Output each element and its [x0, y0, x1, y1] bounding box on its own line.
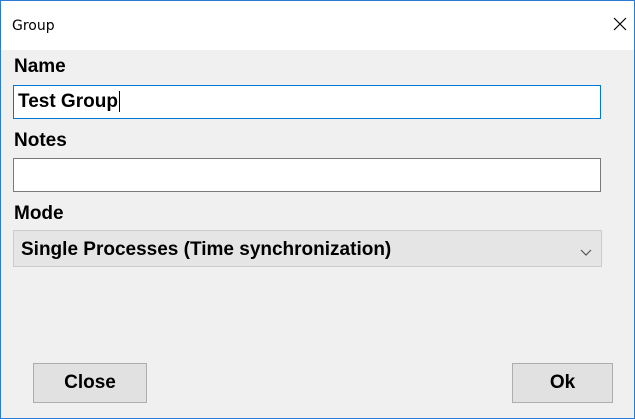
text-caret [118, 91, 120, 113]
notes-label: Notes [14, 130, 67, 151]
mode-select[interactable]: Single Processes (Time synchronization) [13, 230, 602, 267]
mode-label: Mode [14, 203, 64, 224]
group-dialog: Group Name Test Group Notes Mode Single … [0, 0, 635, 419]
name-input-value: Test Group [18, 91, 118, 112]
window-title: Group [12, 18, 55, 34]
name-label: Name [14, 56, 66, 77]
ok-button[interactable]: Ok [512, 363, 613, 403]
mode-selected-value: Single Processes (Time synchronization) [21, 239, 392, 260]
title-bar: Group [1, 1, 634, 50]
notes-input[interactable] [13, 158, 601, 192]
name-input[interactable]: Test Group [13, 85, 601, 119]
close-icon[interactable] [608, 12, 632, 36]
close-button[interactable]: Close [33, 363, 147, 403]
chevron-down-icon [580, 244, 592, 256]
